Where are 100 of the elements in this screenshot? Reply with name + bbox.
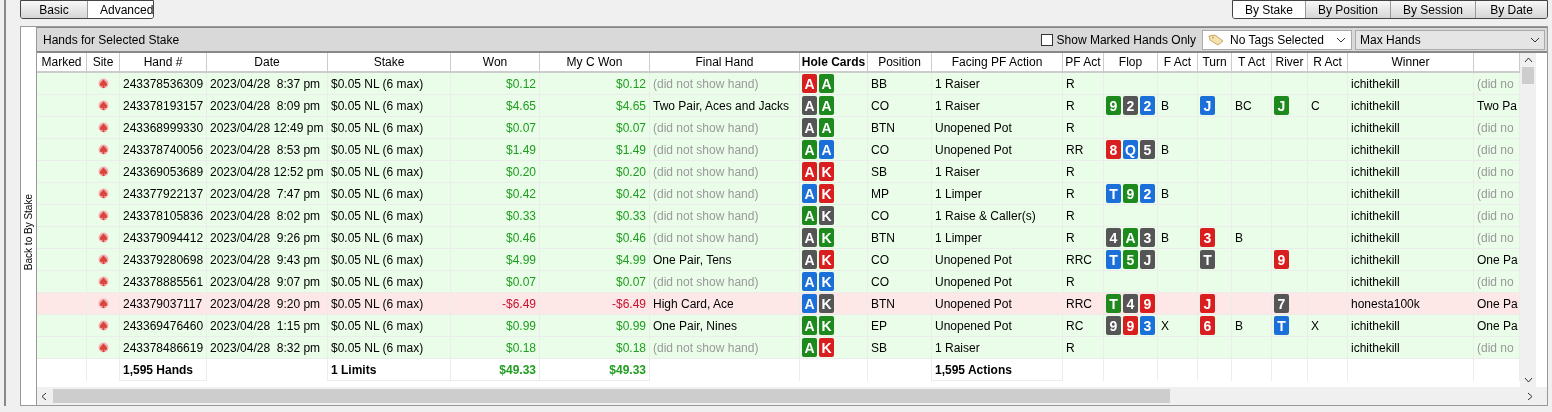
table-cell-text: 243378740056 [123, 141, 204, 159]
column-header[interactable]: Flop [1104, 53, 1158, 71]
table-row[interactable]: 243379037117 2023/04/28 9:20 pm $0.05 NL (6 max) -$6.49 -$6.49 High Card, Ace A K BTN Unopened Pot RRC T 4 9 J 7 honesta100k One Pa [37, 293, 1520, 315]
column-header[interactable]: Won [451, 53, 540, 71]
playing-card: A [802, 272, 817, 291]
column-header[interactable]: Facing PF Action [932, 53, 1063, 71]
table-cell-text: $0.12 [615, 75, 646, 93]
column-header[interactable]: R Act [1308, 53, 1348, 71]
column-header[interactable]: River [1272, 53, 1308, 71]
table-cell-text: 243378105836 [123, 207, 204, 225]
view-tab[interactable]: Advanced [87, 1, 153, 18]
table-cell-text: 1 Limper [935, 185, 982, 203]
table-cell-text: 1 Raiser [935, 97, 980, 115]
table-row[interactable]: 243378885561 2023/04/28 9:07 pm $0.05 NL (6 max) $0.07 $0.07 (did not show hand) A K CO Unopened Pot R ichithekill (did no [37, 271, 1520, 293]
column-header[interactable]: Position [868, 53, 932, 71]
table-row[interactable]: 243378193157 2023/04/28 8:09 pm $0.05 NL (6 max) $4.65 $4.65 Two Pair, Aces and Jacks A A CO 1 Raiser R 9 2 2 B J BC J C ichithekill Two Pa [37, 95, 1520, 117]
table-cell-text: ichithekill [1351, 273, 1400, 291]
playing-card: 3 [1200, 228, 1215, 247]
column-header[interactable]: Final Hand [650, 53, 800, 71]
table-cell-text: $4.65 [615, 97, 646, 115]
spade-icon [97, 187, 109, 200]
table-row[interactable]: 243377922137 2023/04/28 7:47 pm $0.05 NL (6 max) $0.42 $0.42 (did not show hand) A K MP 1 Limper R T 9 2 B ichithekill (did no [37, 183, 1520, 205]
column-header[interactable]: Winner [1348, 53, 1474, 71]
spade-icon [97, 275, 109, 288]
table-row[interactable]: 243378740056 2023/04/28 8:53 pm $0.05 NL (6 max) $1.49 $1.49 (did not show hand) A A CO Unopened Pot RR 8 Q 5 B ichithekill (did no [37, 139, 1520, 161]
table-row[interactable]: 243378536309 2023/04/28 8:37 pm $0.05 NL (6 max) $0.12 $0.12 (did not show hand) A A BB 1 Raiser R ichithekill (did no [37, 73, 1520, 95]
table-row[interactable]: 243369053689 2023/04/28 12:52 pm $0.05 NL (6 max) $0.20 $0.20 (did not show hand) A K SB 1 Raiser R ichithekill (did no [37, 161, 1520, 183]
column-header[interactable]: Hole Cards [800, 53, 868, 71]
table-cell-text: 2023/04/28 8:32 pm [210, 339, 321, 357]
table-cell-text: (did not show hand) [653, 339, 759, 357]
table-cell-text: One Pair, Tens [653, 251, 732, 269]
column-header[interactable]: Date [207, 53, 328, 71]
table-cell-text: 243377922137 [123, 185, 204, 203]
table-cell-text: honesta100k [1351, 295, 1420, 313]
table-cell-text: (did not show hand) [653, 163, 759, 181]
table-cell-text: R [1066, 229, 1075, 247]
playing-card: 5 [1140, 140, 1155, 159]
back-button[interactable]: Back to By Stake [21, 27, 37, 405]
table-row[interactable]: 243378105836 2023/04/28 8:02 pm $0.05 NL (6 max) $0.33 $0.33 (did not show hand) A K CO 1 Raise & Caller(s) R ichithekill (did no [37, 205, 1520, 227]
table-row[interactable]: 243379280698 2023/04/28 9:43 pm $0.05 NL (6 max) $4.99 $4.99 One Pair, Tens A K CO Unopened Pot RRC T 5 J T 9 ichithekill One Pa [37, 249, 1520, 271]
column-header[interactable]: PF Act [1063, 53, 1104, 71]
table-cell-text: RR [1066, 141, 1084, 159]
table-cell-text: Unopened Pot [935, 141, 1012, 159]
column-header[interactable]: T Act [1232, 53, 1272, 71]
column-header[interactable]: My C Won [540, 53, 650, 71]
table-cell-text: R [1066, 75, 1075, 93]
table-cell-text: One Pa [1477, 317, 1518, 335]
table-cell-text: 243378885561 [123, 273, 204, 291]
table-cell-text: 1 Raiser [935, 75, 980, 93]
scrollbar-thumb[interactable] [53, 389, 1170, 403]
table-cell-text: $0.05 NL (6 max) [331, 229, 424, 247]
playing-card: 9 [1274, 250, 1289, 269]
table-cell-text: $4.99 [615, 251, 646, 269]
table-cell-text: $0.46 [615, 229, 646, 247]
column-header[interactable]: F Act [1158, 53, 1198, 71]
table-cell-text: 2023/04/28 8:53 pm [210, 141, 321, 159]
limit-dropdown[interactable]: Max Hands [1355, 29, 1545, 50]
checkbox[interactable] [1040, 33, 1053, 46]
table-row[interactable]: 243379094412 2023/04/28 9:26 pm $0.05 NL (6 max) $0.46 $0.46 (did not show hand) A K BTN 1 Limper R 4 A 3 B 3 B ichithekill (did no [37, 227, 1520, 249]
spade-icon [97, 165, 109, 178]
table-cell-text: R [1066, 185, 1075, 203]
table-cell-text: (did no [1477, 141, 1514, 159]
table-cell-text: $0.99 [505, 317, 536, 335]
table-cell-text: 2023/04/28 8:09 pm [210, 97, 321, 115]
group-tab[interactable]: By Stake [1232, 1, 1305, 18]
table-cell-text: $0.07 [615, 119, 646, 137]
column-header[interactable]: Turn [1198, 53, 1232, 71]
group-tab[interactable]: By Date [1475, 1, 1547, 18]
view-tab[interactable]: Basic [21, 1, 87, 18]
table-cell-text: $49.33 [609, 361, 646, 379]
group-tab[interactable]: By Session [1389, 1, 1475, 18]
playing-card: A [1123, 228, 1138, 247]
table-row[interactable]: 243368999330 2023/04/28 12:49 pm $0.05 NL (6 max) $0.07 $0.07 (did not show hand) A A BTN Unopened Pot R ichithekill (did no [37, 117, 1520, 139]
scrollbar-thumb[interactable] [1522, 67, 1534, 84]
tags-dropdown[interactable]: No Tags Selected [1202, 29, 1352, 50]
vertical-scrollbar[interactable] [1520, 53, 1536, 387]
table-cell-text: B [1235, 317, 1243, 335]
playing-card: 9 [1123, 316, 1138, 335]
table-cell-text: 243378486619 [123, 339, 204, 357]
table-cell-text: One Pa [1477, 251, 1518, 269]
table-cell-text: R [1066, 273, 1075, 291]
column-header[interactable]: Site [87, 53, 120, 71]
table-row[interactable]: 243378486619 2023/04/28 8:32 pm $0.05 NL (6 max) $0.18 $0.18 (did not show hand) A K SB 1 Raiser R ichithekill (did no [37, 337, 1520, 359]
playing-card: 6 [1200, 316, 1215, 335]
table-cell-text: -$6.49 [611, 295, 646, 313]
table-row[interactable]: 243369476460 2023/04/28 1:15 pm $0.05 NL (6 max) $0.99 $0.99 One Pair, Nines A K EP Unopened Pot RC 9 9 3 X 6 B T X ichithekill One Pa [37, 315, 1520, 337]
group-tab[interactable]: By Position [1304, 1, 1390, 18]
column-header[interactable]: Hand # [120, 53, 207, 71]
table-cell-text: $0.07 [505, 119, 536, 137]
table-cell-text: 1,595 Hands [123, 361, 194, 379]
table-cell-text: (did no [1477, 339, 1514, 357]
table-cell-text: $4.99 [505, 251, 536, 269]
column-header[interactable]: Stake [328, 53, 451, 71]
table-cell-text: (did no [1477, 119, 1514, 137]
table-cell-text: Unopened Pot [935, 251, 1012, 269]
table-cell-text: 2023/04/28 9:07 pm [210, 273, 321, 291]
scroll-down-icon [1523, 377, 1533, 383]
table-cell-text: ichithekill [1351, 141, 1400, 159]
column-header[interactable]: Marked [37, 53, 87, 71]
spade-icon [97, 319, 109, 332]
